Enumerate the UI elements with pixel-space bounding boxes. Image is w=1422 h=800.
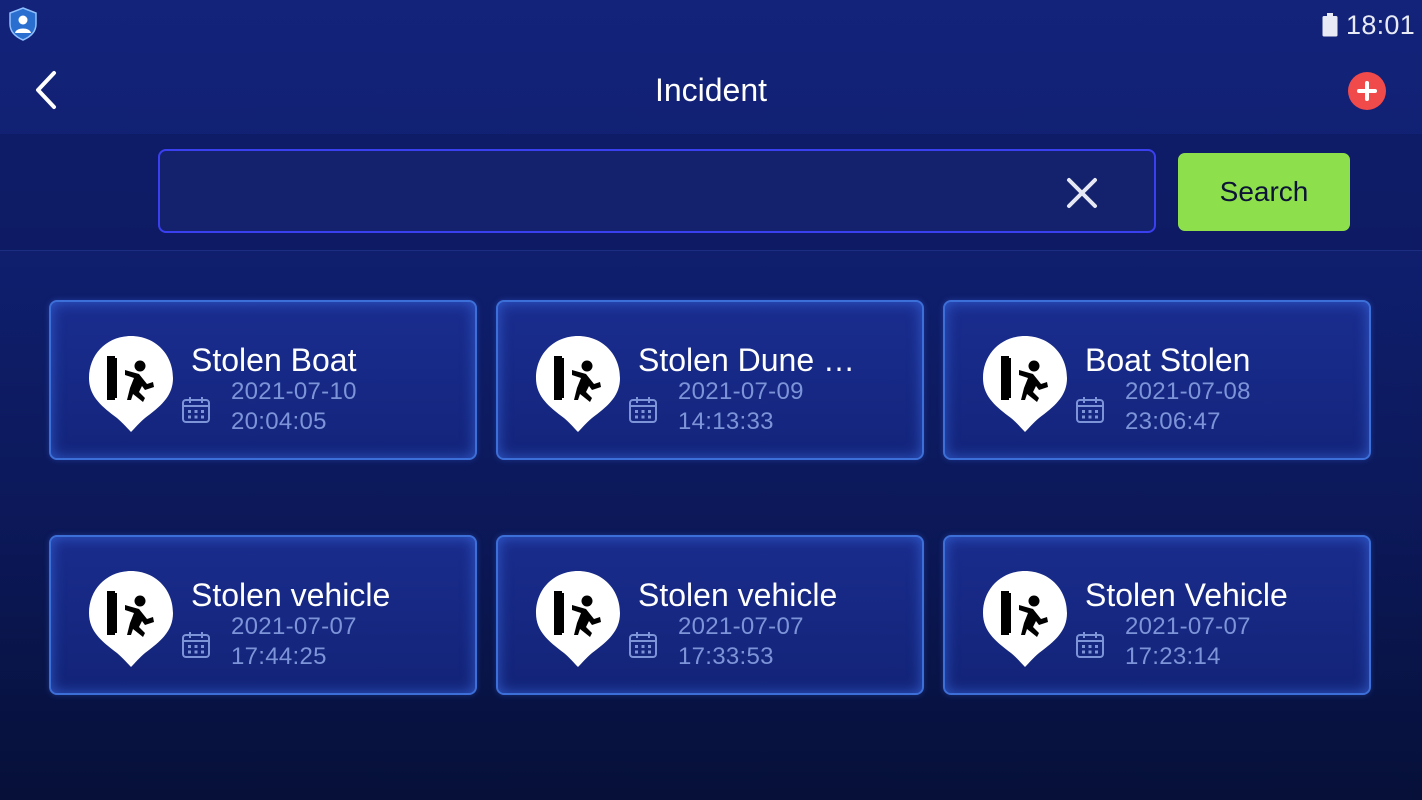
incident-card[interactable]: Stolen Dune … 2021-07-09 14:13:33	[496, 300, 924, 460]
search-bar: Search	[0, 134, 1422, 251]
app-shield-icon	[9, 7, 37, 41]
incident-time: 14:13:33	[678, 408, 774, 435]
calendar-icon	[182, 632, 210, 658]
incident-time: 17:44:25	[231, 643, 327, 670]
incident-time: 23:06:47	[1125, 408, 1221, 435]
incident-title: Stolen Vehicle	[1085, 577, 1288, 613]
app-header: Incident	[0, 50, 1422, 134]
incident-card[interactable]: Stolen Vehicle 2021-07-07 17:23:14	[943, 535, 1371, 695]
calendar-icon	[1076, 632, 1104, 658]
search-field	[158, 149, 1156, 233]
calendar-icon	[182, 397, 210, 423]
incident-title: Stolen Dune …	[638, 342, 856, 378]
incident-date: 2021-07-07	[1125, 613, 1251, 640]
incident-date: 2021-07-09	[678, 378, 804, 405]
incident-title: Boat Stolen	[1085, 342, 1251, 378]
theft-pin-icon	[536, 571, 620, 667]
incident-time: 20:04:05	[231, 408, 327, 435]
battery-icon	[1322, 13, 1338, 37]
calendar-icon	[1076, 397, 1104, 423]
incident-time: 17:23:14	[1125, 643, 1221, 670]
theft-pin-icon	[983, 336, 1067, 432]
search-input[interactable]	[176, 151, 1060, 233]
theft-pin-icon	[983, 571, 1067, 667]
theft-pin-icon	[89, 571, 173, 667]
incident-title: Stolen Boat	[191, 342, 357, 378]
incident-title: Stolen vehicle	[638, 577, 838, 613]
incident-date: 2021-07-08	[1125, 378, 1251, 405]
incident-date: 2021-07-07	[678, 613, 804, 640]
incident-title: Stolen vehicle	[191, 577, 391, 613]
status-bar: 18:01	[0, 0, 1422, 50]
close-icon[interactable]	[1066, 177, 1098, 209]
incident-card[interactable]: Stolen vehicle 2021-07-07 17:44:25	[49, 535, 477, 695]
theft-pin-icon	[536, 336, 620, 432]
incident-date: 2021-07-07	[231, 613, 357, 640]
page-title: Incident	[654, 72, 768, 108]
status-clock: 18:01	[1346, 10, 1416, 40]
theft-pin-icon	[89, 336, 173, 432]
incident-card[interactable]: Stolen vehicle 2021-07-07 17:33:53	[496, 535, 924, 695]
incident-date: 2021-07-10	[231, 378, 357, 405]
incident-card[interactable]: Boat Stolen 2021-07-08 23:06:47	[943, 300, 1371, 460]
incident-time: 17:33:53	[678, 643, 774, 670]
incident-card[interactable]: Stolen Boat 2021-07-10 20:04:05	[49, 300, 477, 460]
add-incident-button[interactable]	[1348, 72, 1386, 110]
search-button[interactable]: Search	[1178, 153, 1350, 231]
calendar-icon	[629, 397, 657, 423]
calendar-icon	[629, 632, 657, 658]
